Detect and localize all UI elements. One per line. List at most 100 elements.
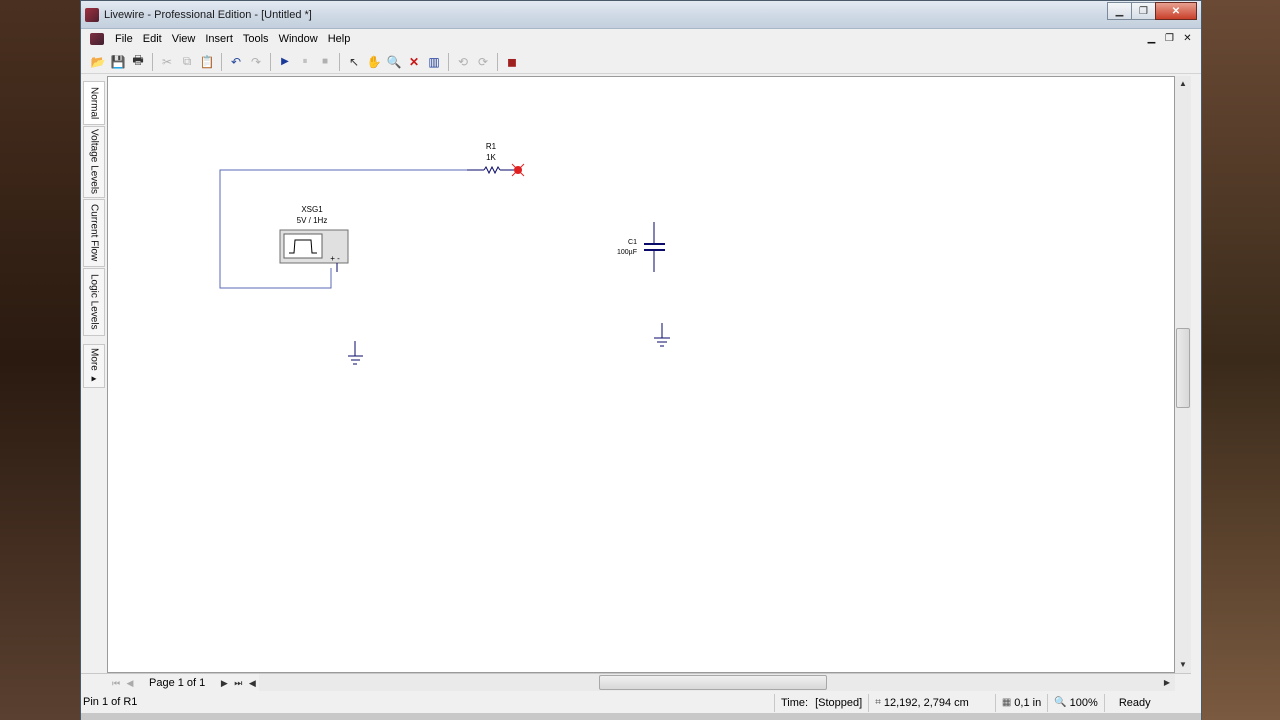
ground-symbol[interactable] [348,341,363,365]
zoom-icon[interactable]: 🔍 [384,52,404,72]
first-page-button[interactable]: ⏮ [109,678,123,689]
last-page-button[interactable]: ⏭ [231,678,245,689]
vertical-scroll-thumb[interactable] [1176,328,1190,408]
tab-current-flow[interactable]: Current Flow [83,199,105,267]
window-bottom-edge [81,713,1201,720]
tab-logic-levels[interactable]: Logic Levels [83,268,105,336]
stop-icon[interactable]: ■ [315,52,335,72]
coordinates-icon: ⌗ [875,697,881,708]
r1-value-label: 1K [486,153,496,162]
xsg1-terminals-label: + - [330,254,340,263]
tab-voltage-levels[interactable]: Voltage Levels [83,126,105,198]
toolbar-separator [497,52,498,71]
c1-value-label: 100µF [617,249,637,256]
app-window: Livewire - Professional Edition - [Untit… [80,0,1202,720]
toolbar-separator [270,52,271,71]
app-icon[interactable] [85,7,99,22]
copy-icon[interactable]: ⧉ [177,52,197,72]
menu-tools[interactable]: Tools [238,29,274,49]
schematic-drawing: R1 1K XSG1 5V / 1Hz + - C1 100µF [219,142,670,365]
wire[interactable] [219,169,467,289]
pause-icon[interactable]: ⏸ [295,52,315,72]
zoom-level-icon: 🔍 [1054,697,1067,708]
page-navigation-bar: ⏮ ◀ Page 1 of 1 ▶ ⏭ ◀ ▶ [81,673,1191,691]
scroll-right-button[interactable]: ▶ [1159,674,1175,691]
scroll-down-button[interactable]: ▼ [1175,657,1191,673]
menu-edit[interactable]: Edit [138,29,167,49]
close-button[interactable]: ✕ [1155,2,1197,20]
document-restore-button[interactable]: ❐ [1162,32,1177,46]
zoom-value: 100% [1069,697,1098,709]
run-icon[interactable]: ▶ [275,52,295,72]
grid-value: 0,1 in [1014,697,1042,709]
time-label: Time: [781,697,809,709]
restore-button[interactable]: ❐ [1131,2,1156,20]
menu-bar: File Edit View Insert Tools Window Help … [81,29,1201,49]
c1-name-label: C1 [628,239,637,246]
time-panel: Time: [Stopped] [774,694,868,712]
window-title: Livewire - Professional Edition - [Untit… [104,8,312,21]
title-bar: Livewire - Professional Edition - [Untit… [81,1,1201,29]
r1-name-label: R1 [486,142,497,151]
resistor-r1[interactable] [467,165,514,175]
horizontal-scrollbar[interactable]: ▶ [259,674,1175,691]
next-page-button[interactable]: ▶ [217,678,231,689]
scroll-left-button[interactable]: ◀ [245,678,259,689]
tab-normal[interactable]: Normal [83,81,105,125]
menu-help[interactable]: Help [323,29,356,49]
document-window-controls: ▁ ❐ ✕ [1144,32,1195,46]
select-pointer-icon[interactable]: ↖ [344,52,364,72]
rotate-left-icon[interactable]: ⟲ [453,52,473,72]
ground-symbol[interactable] [654,323,670,347]
print-icon[interactable]: 🖶 [128,52,148,72]
toolbar-separator [221,52,222,71]
capacitor-c1[interactable] [644,222,665,272]
rotate-right-icon[interactable]: ⟳ [473,52,493,72]
desktop-background-right [1202,0,1280,720]
page-indicator: Page 1 of 1 [149,677,206,689]
toolbar-separator [448,52,449,71]
menu-window[interactable]: Window [274,29,323,49]
previous-page-button[interactable]: ◀ [123,678,137,689]
signal-generator-xsg1[interactable] [279,229,349,272]
horizontal-scroll-thumb[interactable] [599,675,827,690]
component-library-icon[interactable]: ◼ [502,52,522,72]
paste-icon[interactable]: 📋 [197,52,217,72]
tab-more[interactable]: More ▸ [83,344,105,388]
time-value: [Stopped] [815,697,863,709]
cut-icon[interactable]: ✂ [157,52,177,72]
chart-icon[interactable]: ▥ [424,52,444,72]
grid-panel: ▦ 0,1 in [994,694,1047,712]
coordinates-value: 12,192, 2,794 cm [883,697,969,709]
delete-icon[interactable]: ✕ [404,52,424,72]
state-panel: Ready [1103,694,1157,712]
redo-icon[interactable]: ↷ [246,52,266,72]
coordinates-panel: ⌗ 12,192, 2,794 cm [868,694,975,712]
vertical-scrollbar[interactable]: ▲ ▼ [1175,76,1191,673]
page-navigator: ⏮ ◀ Page 1 of 1 ▶ ⏭ ◀ [109,674,259,692]
xsg1-name-label: XSG1 [301,205,323,214]
grid-icon: ▦ [1001,697,1012,708]
minimize-button[interactable]: ▁ [1107,2,1132,20]
toolbar-separator [339,52,340,71]
document-icon[interactable] [90,33,104,45]
status-bar: Pin 1 of R1 Time: [Stopped] ⌗ 12,192, 2,… [81,693,1201,713]
document-minimize-button[interactable]: ▁ [1144,32,1159,46]
scroll-up-button[interactable]: ▲ [1175,76,1191,92]
toolbar-separator [152,52,153,71]
schematic-canvas[interactable]: R1 1K XSG1 5V / 1Hz + - C1 100µF [107,76,1175,673]
document-close-button[interactable]: ✕ [1180,32,1195,46]
menu-insert[interactable]: Insert [200,29,238,49]
undo-icon[interactable]: ↶ [226,52,246,72]
status-message: Pin 1 of R1 [83,696,138,708]
save-icon[interactable]: 💾 [108,52,128,72]
window-controls: ▁ ❐ ✕ [1107,2,1197,20]
menu-file[interactable]: File [110,29,138,49]
status-panels: Time: [Stopped] ⌗ 12,192, 2,794 cm ▦ 0,1… [774,693,1157,713]
xsg1-value-label: 5V / 1Hz [297,216,328,225]
open-icon[interactable]: 📂 [88,52,108,72]
pan-hand-icon[interactable]: ✋ [364,52,384,72]
menu-view[interactable]: View [167,29,201,49]
zoom-panel: 🔍 100% [1047,694,1104,712]
state-value: Ready [1118,697,1151,709]
